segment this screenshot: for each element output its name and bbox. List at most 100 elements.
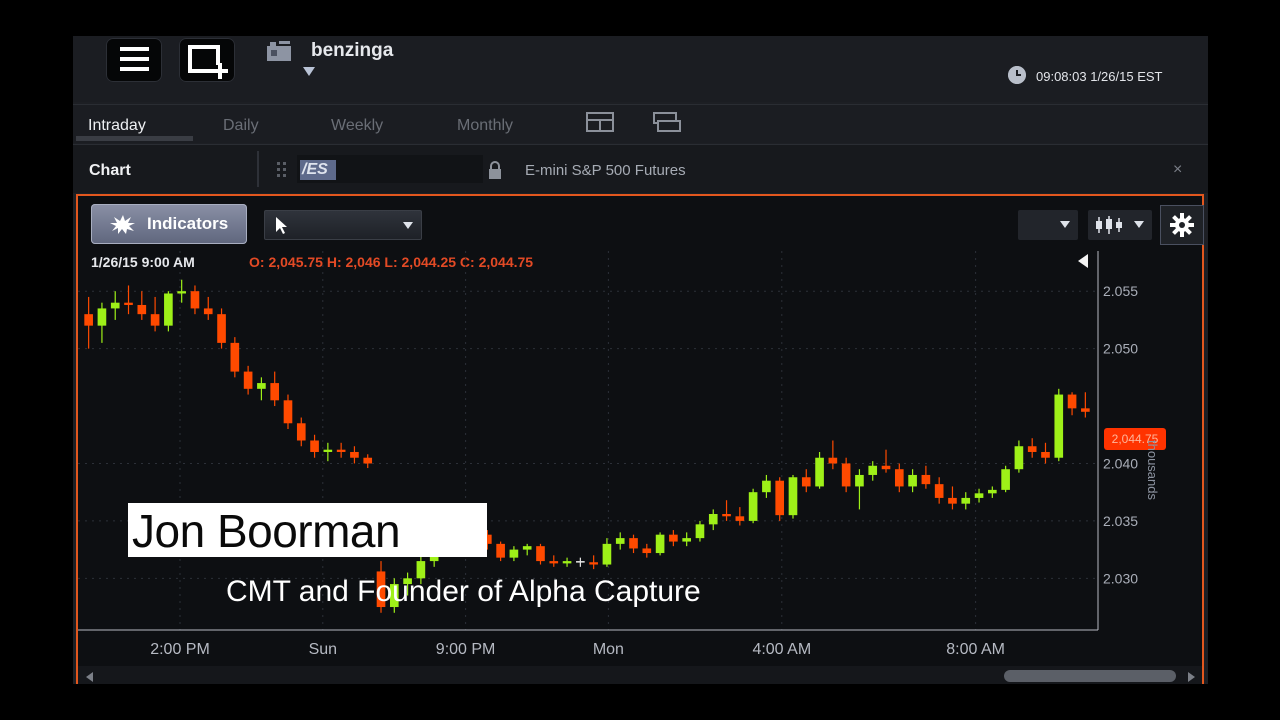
candle-body [815,457,824,487]
candle [801,469,811,493]
lower-third-name-plate: Jon Boorman [128,503,487,557]
candle [788,474,798,519]
tab-daily[interactable]: Daily [223,117,259,135]
tab-monthly[interactable]: Monthly [457,117,513,135]
workspace-name[interactable]: benzinga [311,40,393,62]
candle-body [908,474,917,487]
candle-body [257,383,266,389]
candle-body [150,314,160,326]
lock-icon[interactable] [487,160,503,180]
candle-body [97,308,107,326]
speaker-name: Jon Boorman [132,505,401,557]
candle-body [655,534,665,554]
chart-scrollbar[interactable] [78,666,1202,684]
candle-body [828,457,838,464]
candle [682,532,691,547]
candle-body [1054,394,1064,458]
candle-body [363,457,373,464]
candle [881,449,891,473]
candle-body [84,314,93,326]
candle [589,555,598,570]
candle-body [536,546,545,562]
scroll-thumb[interactable] [1004,670,1176,682]
close-chart-button[interactable]: × [1173,161,1182,179]
candle-body [762,480,771,493]
x-tick-label: 9:00 PM [436,641,496,658]
candle [536,543,545,565]
header-divider [257,151,259,187]
candle-body [217,314,226,343]
candle-body [562,561,572,564]
candle-body [509,549,519,558]
candle [1001,465,1010,493]
y-tick-label: 2.055 [1103,283,1138,299]
layout-grid-icon[interactable] [585,111,615,133]
candle-body [522,546,532,550]
candle [669,530,678,547]
candle [363,454,373,469]
candle-body [323,449,333,452]
symbol-description: E-mini S&P 500 Futures [525,162,686,179]
y-tick-label: 2.035 [1103,513,1138,529]
candle [762,474,771,498]
period-tabs: Intraday Daily Weekly Monthly [73,104,1208,143]
tab-intraday[interactable]: Intraday [88,117,146,135]
candle [203,296,213,320]
candle-body [868,465,878,475]
candle [908,469,917,493]
candle [961,492,971,510]
candle [1041,442,1050,464]
candle [934,477,944,504]
candle [894,463,904,493]
drag-handle-icon[interactable] [276,161,288,179]
candle [350,446,359,464]
symbol-input-value[interactable]: /ES [302,161,328,179]
candle-body [190,291,200,309]
top-bar: benzinga 09:08:03 1/26/15 EST [73,36,1208,102]
collapse-axis-icon[interactable] [1078,254,1088,268]
candle-body [164,293,173,326]
candle-body [934,484,944,498]
candle-body [1027,446,1037,452]
candle-body [788,477,798,516]
chart-header: Chart /ES E-mini S&P 500 Futures × [73,144,1208,193]
layout-stack-icon[interactable] [652,111,682,133]
workspace-icon[interactable] [266,40,294,62]
candle-body [855,474,864,487]
menu-button[interactable] [106,38,162,82]
candle-body [124,302,133,305]
active-tab-indicator [76,136,193,141]
candle-body [243,371,253,389]
candle [97,302,107,343]
candle [1067,392,1077,416]
candle-body [974,493,984,498]
candle [257,377,266,401]
candle [283,394,293,430]
candle-body [669,534,678,542]
scroll-right-icon[interactable] [1188,672,1195,682]
candle-body [296,423,306,441]
candle-body [1067,394,1077,409]
new-window-button[interactable] [179,38,235,82]
clock-icon [1008,66,1026,84]
chart-pane[interactable]: Indicators 1/26/15 9:00 AM O: 2,045.75 H… [76,194,1204,684]
candle [722,500,731,521]
candle-body [615,538,625,544]
workspace-dropdown-icon[interactable] [303,67,315,76]
y-tick-label: 2.030 [1103,570,1138,586]
candle [629,534,638,554]
candle [988,486,997,498]
tab-weekly[interactable]: Weekly [331,117,383,135]
clock-readout: 09:08:03 1/26/15 EST [1036,69,1163,84]
candle-body [230,342,240,372]
candle [576,557,585,567]
candle-body [695,524,705,539]
candle-body [722,514,731,517]
candle-body [576,561,585,563]
scroll-left-icon[interactable] [86,672,93,682]
candle-body [177,291,186,294]
candle-body [549,561,559,564]
candle [655,532,665,556]
candle-body [1001,469,1010,490]
candle [828,440,838,470]
